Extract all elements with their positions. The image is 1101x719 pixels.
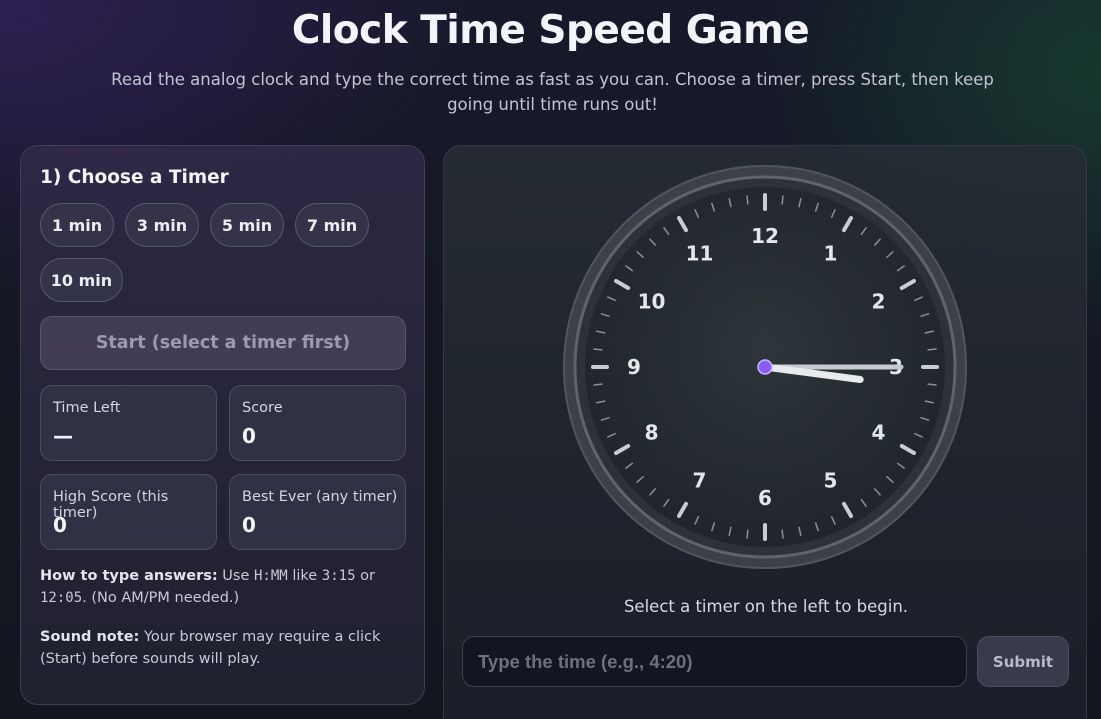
minute-tick — [781, 195, 784, 205]
high-score-card: High Score (this timer) 0 — [40, 474, 217, 550]
clock-number-8: 8 — [645, 421, 659, 445]
timer-option-7-min[interactable]: 7 min — [295, 203, 369, 247]
analog-clock: 121234567891011 — [562, 164, 968, 570]
clock-number-7: 7 — [693, 468, 707, 492]
sound-note-label: Sound note: — [40, 629, 140, 645]
timer-option-1-min[interactable]: 1 min — [40, 203, 114, 247]
submit-button[interactable]: Submit — [977, 636, 1069, 687]
minute-tick — [593, 383, 603, 386]
clock-number-10: 10 — [638, 290, 666, 314]
time-example-1: 3:15 — [321, 568, 356, 584]
time-answer-input[interactable] — [462, 636, 967, 687]
best-ever-value: 0 — [242, 513, 256, 537]
start-button[interactable]: Start (select a timer first) — [40, 316, 406, 370]
clock-number-1: 1 — [824, 242, 838, 266]
clock-number-12: 12 — [751, 224, 779, 248]
time-left-card: Time Left — — [40, 385, 217, 461]
how-to-text-like: like — [292, 568, 318, 584]
timer-option-3-min[interactable]: 3 min — [125, 203, 199, 247]
minute-tick — [927, 348, 937, 351]
time-left-label: Time Left — [53, 400, 121, 416]
page-title: Clock Time Speed Game — [291, 8, 810, 53]
timer-option-10-min[interactable]: 10 min — [40, 258, 123, 302]
clock-number-11: 11 — [686, 242, 714, 266]
clock-face-icon: 121234567891011 — [563, 165, 967, 569]
score-value: 0 — [242, 424, 256, 448]
clock-number-2: 2 — [871, 290, 885, 314]
high-score-label: High Score (this timer) — [53, 489, 169, 521]
minute-tick — [746, 195, 749, 205]
page-subtitle: Read the analog clock and type the corre… — [111, 70, 994, 114]
game-panel: 121234567891011 Select a timer on the le… — [443, 145, 1087, 719]
how-to-type-note: How to type answers: Use H:MM like 3:15 … — [40, 565, 400, 609]
time-example-2: 12:05 — [40, 590, 83, 606]
minute-tick — [746, 529, 749, 539]
clock-number-6: 6 — [758, 486, 772, 510]
best-ever-label: Best Ever (any timer) — [242, 489, 398, 505]
clock-center-pin — [757, 359, 773, 375]
how-to-text: Use — [222, 568, 250, 584]
best-ever-card: Best Ever (any timer) 0 — [229, 474, 406, 550]
score-card: Score 0 — [229, 385, 406, 461]
score-label: Score — [242, 400, 283, 416]
settings-panel: 1) Choose a Timer 1 min 3 min 5 min 7 mi… — [20, 145, 425, 705]
how-to-text-or: or — [360, 568, 375, 584]
clock-number-9: 9 — [627, 355, 641, 379]
status-message: Select a timer on the left to begin. — [623, 597, 909, 616]
how-to-text-end: . (No AM/PM needed.) — [82, 590, 240, 606]
sound-note: Sound note: Your browser may require a c… — [40, 626, 400, 670]
clock-number-5: 5 — [824, 468, 838, 492]
time-left-value: — — [53, 424, 73, 448]
minute-tick — [927, 383, 937, 386]
high-score-value: 0 — [53, 513, 67, 537]
format-example: H:MM — [254, 568, 288, 584]
minute-tick — [593, 348, 603, 351]
clock-number-4: 4 — [871, 421, 885, 445]
choose-timer-heading: 1) Choose a Timer — [40, 167, 229, 188]
minute-tick — [781, 529, 784, 539]
timer-option-5-min[interactable]: 5 min — [210, 203, 284, 247]
how-to-type-label: How to type answers: — [40, 568, 218, 584]
